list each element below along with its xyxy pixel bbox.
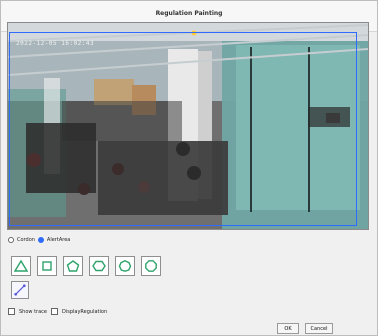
- radio-cordon[interactable]: [8, 237, 14, 243]
- hexagon-tool-button[interactable]: [89, 256, 109, 276]
- mode-radio-group: Cordon AlertArea: [8, 237, 70, 243]
- video-timestamp: 2022-12-05 16:02:43: [16, 40, 95, 47]
- freeform-draw-icon: [14, 284, 26, 296]
- triangle-tool-button[interactable]: [11, 256, 31, 276]
- regulation-painting-dialog: Regulation Painting 2022-12-05 16:02:43 …: [0, 0, 378, 336]
- pentagon-tool-button[interactable]: [63, 256, 83, 276]
- radio-cordon-label: Cordon: [17, 237, 35, 243]
- heptagon-tool-button[interactable]: [115, 256, 135, 276]
- display-regulation-label: DisplayRegulation: [62, 308, 108, 315]
- cancel-button[interactable]: Cancel: [305, 323, 333, 334]
- octagon-tool-button[interactable]: [141, 256, 161, 276]
- display-regulation-checkbox[interactable]: [51, 308, 58, 315]
- square-icon: [42, 261, 52, 271]
- pentagon-icon: [66, 260, 80, 272]
- selection-rectangle[interactable]: [9, 32, 357, 226]
- shape-toolbar: [11, 256, 161, 276]
- ok-button[interactable]: OK: [277, 323, 299, 334]
- radio-alertarea-label: AlertArea: [46, 237, 71, 243]
- triangle-icon: [14, 259, 28, 272]
- options-checks: Show trace DisplayRegulation: [8, 308, 107, 315]
- custom-draw-button[interactable]: [11, 281, 29, 299]
- square-tool-button[interactable]: [37, 256, 57, 276]
- hexagon-icon: [92, 260, 106, 272]
- heptagon-icon: [118, 260, 132, 272]
- show-trace-label: Show trace: [19, 308, 47, 315]
- radio-alertarea[interactable]: [37, 237, 44, 243]
- show-trace-checkbox[interactable]: [8, 308, 15, 315]
- dialog-title: Regulation Painting: [155, 10, 223, 17]
- octagon-icon: [145, 260, 157, 272]
